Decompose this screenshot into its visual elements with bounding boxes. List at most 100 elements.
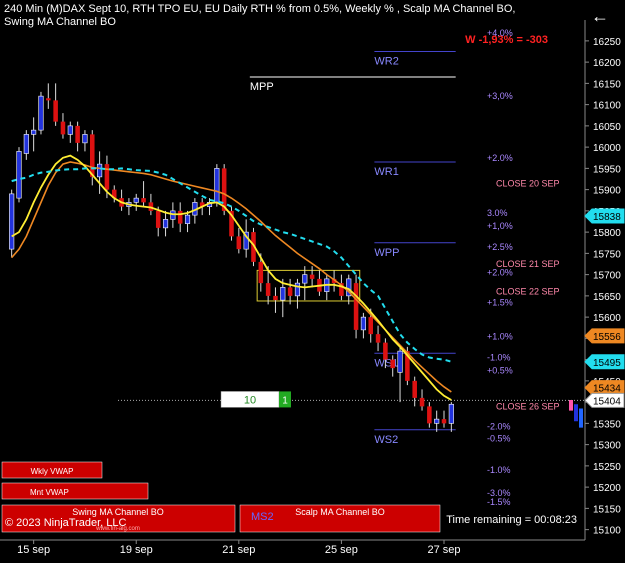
y-tick-label: 16250: [593, 37, 621, 48]
y-tick-label: 15300: [593, 441, 621, 452]
candle-body: [155, 210, 161, 228]
price-marker-label: 15556: [593, 332, 621, 343]
candle-body: [353, 283, 359, 330]
candle-body: [280, 287, 286, 301]
candle-body: [419, 397, 425, 407]
daily-pct-label: -2.0%: [487, 421, 511, 431]
candle-body: [67, 125, 73, 135]
candle-body: [162, 219, 169, 229]
candle-body: [265, 283, 271, 296]
candle-body: [141, 198, 146, 203]
y-tick-label: 15250: [593, 462, 621, 473]
y-tick-label: 16000: [593, 143, 621, 154]
price-marker-label: 15495: [593, 358, 621, 369]
y-tick-label: 15100: [593, 526, 621, 537]
candle-body: [236, 236, 242, 250]
daily-pct-label: +1.5%: [487, 297, 513, 307]
pivot-label-mpp: MPP: [250, 81, 274, 93]
candle-body: [89, 134, 95, 177]
cursor-tag: 1: [282, 395, 288, 406]
close-label: CLOSE 21 SEP: [496, 259, 560, 269]
price-marker-label: 15404: [593, 396, 621, 407]
arrow-left-icon[interactable]: ←: [591, 6, 609, 27]
daily-pct-label: -0.5%: [487, 433, 511, 443]
close-label: CLOSE 20 SEP: [496, 178, 560, 188]
candle-body: [75, 125, 80, 143]
price-marker-label: 15838: [593, 212, 621, 223]
candle-body: [434, 418, 440, 424]
candle-body: [184, 214, 191, 224]
y-tick-label: 15800: [593, 228, 621, 239]
copyright-label: © 2023 NinjaTrader, LLC: [5, 517, 126, 529]
x-tick-label: 25 sep: [325, 544, 358, 556]
candle-body: [133, 197, 139, 203]
swing-ma-label: Swing MA Channel BO: [72, 507, 164, 517]
daily-pct-label: +3,0%: [487, 91, 513, 101]
upper-pct-label: +4.0%: [487, 28, 513, 38]
mnt-vwap-label: Mnt VWAP: [30, 488, 69, 497]
candle-body: [427, 406, 432, 424]
pivot-label-wr1: WR1: [374, 166, 398, 178]
mnt-vwap-box[interactable]: [1, 482, 149, 500]
x-tick-label: 27 sep: [427, 544, 460, 556]
y-tick-label: 15200: [593, 483, 621, 494]
candle-body: [412, 380, 417, 398]
price-chart[interactable]: WR2MPPWR1WPPWS1WS2 W -1,93% = -303+4.0%+…: [0, 0, 625, 558]
y-tick-label: 15600: [593, 313, 621, 324]
candle-body: [390, 359, 395, 369]
candle-body: [375, 334, 381, 343]
candle-body: [38, 95, 44, 131]
y-tick-label: 15750: [593, 249, 621, 260]
candle-body: [309, 274, 315, 279]
daily-pct-label: +1,0%: [487, 221, 513, 231]
close-label: CLOSE 26 SEP: [496, 401, 560, 411]
y-tick-label: 15350: [593, 419, 621, 430]
y-tick-label: 15150: [593, 504, 621, 515]
pivot-label-wr2: WR2: [374, 56, 398, 68]
candle-body: [60, 121, 66, 135]
chart-area[interactable]: WR2 MPP WR1 WPP WS1 WS2 W -1,93% = -303 +4.0% +…: [0, 0, 625, 558]
candle-body: [360, 316, 366, 331]
scalp-ma-label: Scalp MA Channel BO: [295, 507, 385, 517]
candle-body: [287, 287, 293, 296]
candle-body: [46, 98, 51, 101]
candle-body: [294, 282, 301, 297]
edge-candle: [579, 408, 583, 428]
cursor-value: 10: [244, 394, 256, 406]
y-tick-label: 16100: [593, 101, 621, 112]
candle-body: [441, 419, 447, 424]
candle-body: [104, 164, 110, 190]
y-tick-label: 15900: [593, 186, 621, 197]
x-tick-label: 21 sep: [222, 544, 255, 556]
candle-body: [23, 134, 29, 154]
daily-pct-label: -1.5%: [487, 497, 511, 507]
pivot-label-ws2: WS2: [374, 434, 398, 446]
y-tick-label: 15950: [593, 164, 621, 175]
candle-body: [16, 151, 22, 199]
daily-pct-label: -1.0%: [487, 465, 511, 475]
time-remaining-label: Time remaining = 00:08:23: [446, 514, 577, 526]
daily-pct-label: 3.0%: [487, 208, 508, 218]
candle-body: [214, 168, 220, 203]
daily-pct-label: +2.0%: [487, 268, 513, 278]
daily-pct-label: +1.0%: [487, 331, 513, 341]
candle-body: [9, 193, 15, 250]
edge-candle: [574, 404, 578, 422]
y-tick-label: 15650: [593, 292, 621, 303]
candle-body: [97, 163, 103, 178]
x-tick-label: 15 sep: [17, 544, 50, 556]
candle-body: [177, 210, 183, 224]
chart-title: 240 Min (M)DAX Sept 10, RTH TPO EU, EU D…: [4, 3, 516, 28]
candle-body: [53, 100, 58, 122]
y-tick-label: 16200: [593, 58, 621, 69]
daily-pct-label: +2.5%: [487, 242, 513, 252]
candle-body: [258, 261, 264, 284]
daily-pct-label: -1.0%: [487, 353, 511, 363]
candle-body: [397, 350, 403, 373]
candle-body: [368, 317, 374, 335]
candle-body: [448, 403, 454, 424]
candle-body: [302, 274, 308, 284]
close-label: CLOSE 22 SEP: [496, 287, 560, 297]
ms2-label: MS2: [251, 511, 274, 523]
candle-body: [273, 295, 278, 301]
